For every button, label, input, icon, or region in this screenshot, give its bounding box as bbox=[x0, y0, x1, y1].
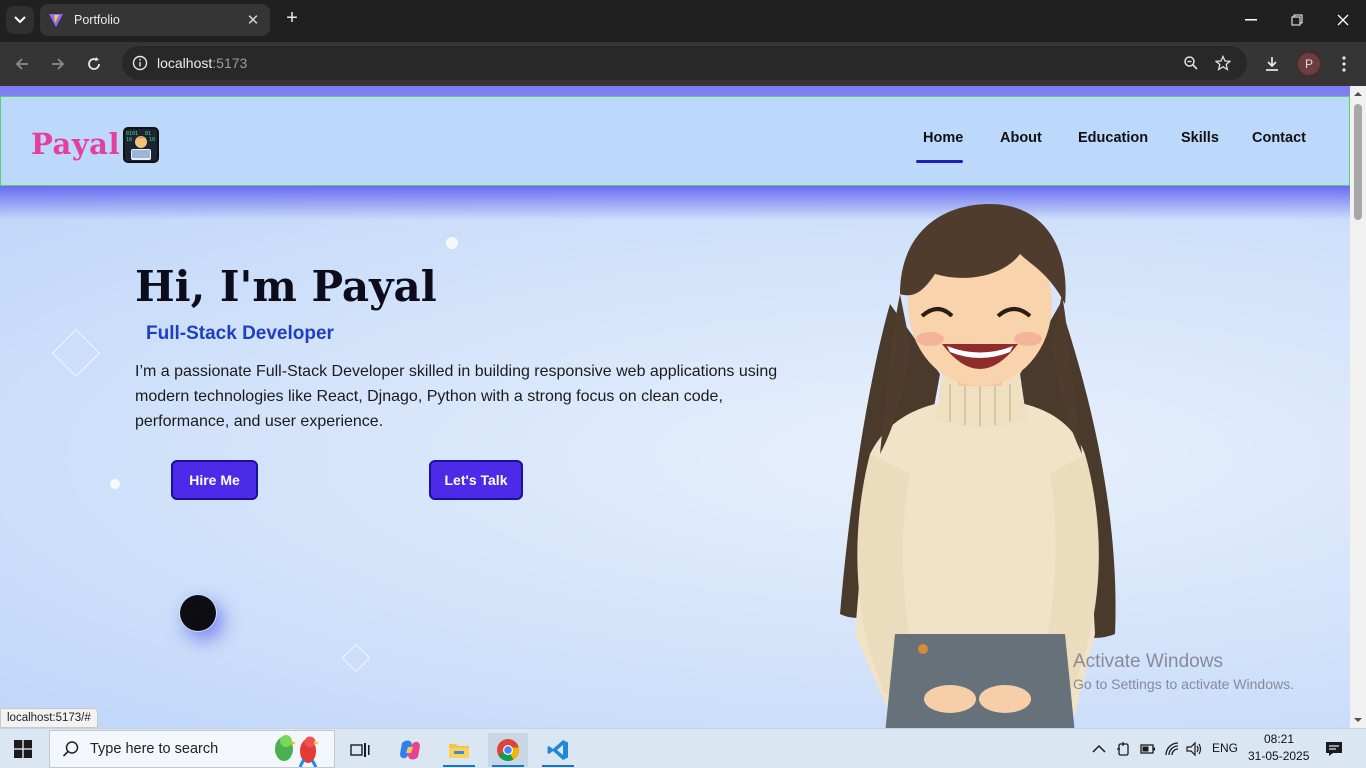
svg-text:10: 10 bbox=[126, 137, 132, 143]
volume-icon[interactable] bbox=[1186, 741, 1204, 757]
chevron-up-icon[interactable] bbox=[1092, 744, 1106, 754]
forward-button[interactable] bbox=[45, 51, 71, 77]
copilot-button[interactable] bbox=[390, 733, 430, 767]
folder-icon bbox=[449, 744, 469, 758]
scroll-down-icon[interactable] bbox=[1350, 714, 1366, 726]
search-icon bbox=[62, 741, 79, 757]
file-explorer-button[interactable] bbox=[439, 733, 479, 767]
vscode-taskbar-button[interactable] bbox=[538, 733, 578, 767]
nav-link-home[interactable]: Home bbox=[923, 130, 963, 146]
copilot-icon bbox=[400, 740, 420, 760]
coder-avatar-icon: 0101 01 10 10 bbox=[123, 127, 159, 163]
windows-taskbar: Type here to search ENG 08:21 31-05-2025 bbox=[0, 728, 1366, 768]
browser-menu-button[interactable] bbox=[1331, 51, 1357, 77]
windows-start-icon[interactable] bbox=[14, 740, 32, 758]
hero-title: Hi, I'm Payal bbox=[135, 262, 437, 311]
lets-talk-button[interactable]: Let's Talk bbox=[429, 460, 523, 500]
search-placeholder: Type here to search bbox=[90, 741, 219, 757]
bookmark-star-icon[interactable] bbox=[1213, 53, 1233, 73]
reload-icon bbox=[88, 57, 100, 70]
activate-windows-title: Activate Windows bbox=[1073, 651, 1223, 672]
active-app-indicator bbox=[443, 765, 475, 767]
clock-date[interactable]: 31-05-2025 bbox=[1248, 749, 1309, 763]
scrollbar-thumb[interactable] bbox=[1354, 104, 1362, 220]
url-host: localhost bbox=[157, 55, 213, 71]
clock-time[interactable]: 08:21 bbox=[1264, 732, 1294, 746]
nav-link-skills[interactable]: Skills bbox=[1181, 130, 1219, 146]
navbar-glow bbox=[0, 186, 1350, 220]
browser-toolbar: localhost:5173 P bbox=[0, 42, 1366, 86]
site-info-icon[interactable] bbox=[130, 53, 150, 73]
back-arrow-icon bbox=[15, 58, 28, 70]
active-nav-underline bbox=[916, 160, 963, 163]
scroll-up-icon[interactable] bbox=[1350, 88, 1366, 100]
active-app-indicator bbox=[542, 765, 574, 767]
battery-icon[interactable] bbox=[1140, 741, 1156, 757]
close-window-button[interactable] bbox=[1320, 0, 1366, 40]
restore-button[interactable] bbox=[1274, 0, 1320, 40]
hero-description: I’m a passionate Full-Stack Developer sk… bbox=[135, 363, 778, 430]
meet-now-icon[interactable] bbox=[1116, 741, 1132, 757]
chrome-icon bbox=[497, 739, 520, 761]
github-icon[interactable] bbox=[179, 594, 217, 632]
downloads-button[interactable] bbox=[1259, 51, 1285, 77]
nav-link-about[interactable]: About bbox=[1000, 130, 1042, 146]
parrots-search-highlight-icon bbox=[275, 735, 320, 767]
reload-button[interactable] bbox=[81, 51, 107, 77]
address-bar[interactable]: localhost:5173 bbox=[122, 46, 1247, 80]
back-button[interactable] bbox=[9, 51, 35, 77]
restore-icon bbox=[1291, 14, 1303, 26]
brand-logo-text[interactable]: Payal bbox=[31, 127, 120, 161]
portrait-illustration bbox=[840, 204, 1116, 728]
close-tab-icon[interactable]: ✕ bbox=[244, 11, 262, 29]
nav-link-contact[interactable]: Contact bbox=[1252, 130, 1306, 146]
taskbar-search-box[interactable]: Type here to search bbox=[49, 730, 335, 768]
hero-subtitle: Full-Stack Developer bbox=[146, 323, 334, 344]
wifi-icon[interactable] bbox=[1164, 741, 1180, 757]
download-icon bbox=[1266, 57, 1278, 71]
task-view-button[interactable] bbox=[340, 733, 380, 767]
close-icon bbox=[1337, 14, 1349, 26]
notifications-icon[interactable] bbox=[1325, 741, 1343, 757]
vscode-icon bbox=[547, 740, 568, 760]
site-navbar: Payal 0101 01 10 10 Home About Education Sk… bbox=[0, 96, 1350, 186]
new-tab-button[interactable]: + bbox=[281, 8, 303, 30]
decorative-dot bbox=[446, 237, 458, 249]
page-scrollbar[interactable] bbox=[1350, 86, 1366, 728]
forward-arrow-icon bbox=[52, 58, 65, 70]
nav-link-education[interactable]: Education bbox=[1078, 130, 1148, 146]
active-app-indicator bbox=[492, 765, 524, 767]
vite-logo-icon bbox=[49, 14, 63, 27]
profile-avatar[interactable]: P bbox=[1296, 51, 1322, 77]
chrome-taskbar-button[interactable] bbox=[488, 733, 528, 767]
browser-tab-bar: Portfolio ✕ + bbox=[0, 0, 1366, 42]
input-language[interactable]: ENG bbox=[1212, 741, 1238, 755]
activate-windows-subtitle: Go to Settings to activate Windows. bbox=[1073, 676, 1294, 692]
url-text[interactable]: localhost:5173 bbox=[157, 55, 247, 71]
decorative-dot bbox=[110, 479, 120, 489]
hire-me-button[interactable]: Hire Me bbox=[171, 460, 258, 500]
link-status-bubble: localhost:5173/# bbox=[0, 708, 98, 728]
chevron-down-icon bbox=[14, 16, 26, 24]
browser-tab[interactable]: Portfolio ✕ bbox=[40, 4, 270, 36]
tab-title: Portfolio bbox=[74, 13, 120, 27]
minimize-icon bbox=[1245, 19, 1257, 21]
more-vertical-icon bbox=[1342, 56, 1346, 72]
url-port: :5173 bbox=[212, 55, 248, 71]
svg-text:10: 10 bbox=[149, 137, 155, 143]
tab-search-button[interactable] bbox=[6, 6, 34, 34]
page-viewport: Payal 0101 01 10 10 Home About Education Sk… bbox=[0, 86, 1350, 728]
task-view-icon bbox=[350, 743, 370, 757]
zoom-icon[interactable] bbox=[1181, 53, 1201, 73]
minimize-button[interactable] bbox=[1228, 0, 1274, 40]
